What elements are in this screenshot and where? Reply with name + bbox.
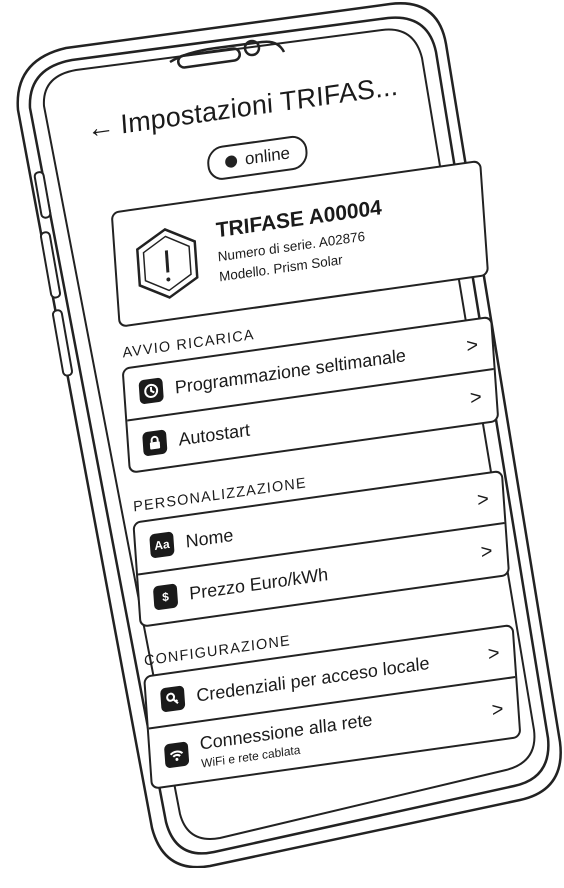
lock-icon [142,429,168,457]
arrow-left-icon[interactable]: ← [86,109,122,144]
chevron-right-icon: > [487,641,501,666]
warning-hexagon-icon [136,228,199,299]
device-card: TRIFASE A00004 Numero di serie. A02876 M… [110,159,490,328]
chevron-right-icon: > [479,539,494,564]
status-label: online [244,143,291,169]
text-aa-icon: Aa [149,531,175,559]
status-dot-icon [224,154,238,169]
key-icon [159,685,186,713]
settings-screen: ← Impostazioni TRIFAS... online TRIFASE … [72,27,564,888]
dollar-icon: $ [152,583,179,611]
chevron-right-icon: > [465,333,479,358]
chevron-right-icon: > [469,385,483,410]
page-title: Impostazioni TRIFAS... [119,70,399,140]
wifi-icon [163,741,190,769]
status-badge: online [206,133,309,182]
chevron-right-icon: > [476,487,490,512]
chevron-right-icon: > [491,697,505,722]
clock-icon [138,377,164,405]
